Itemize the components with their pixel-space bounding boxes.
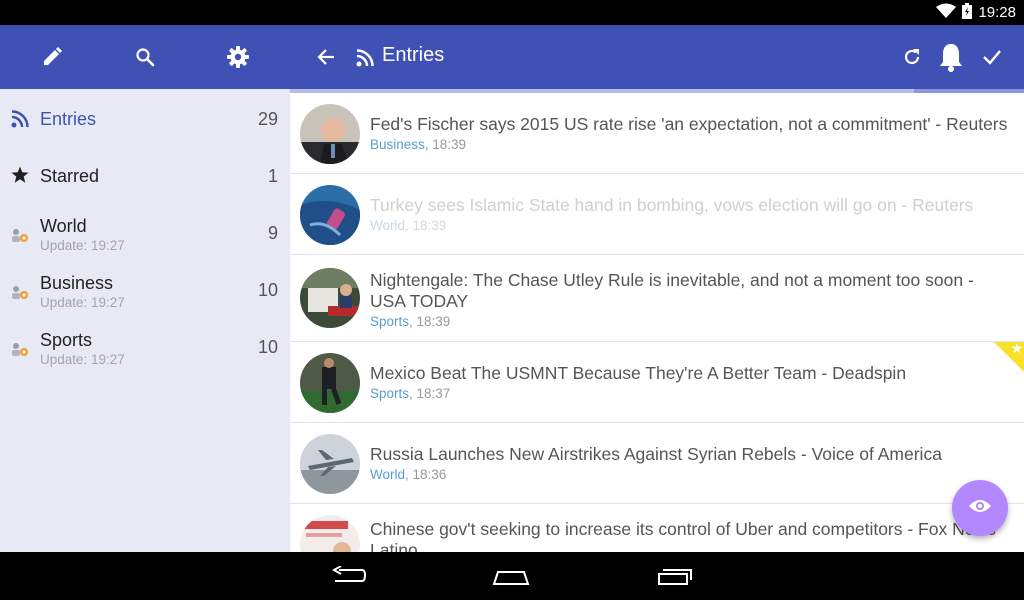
search-icon[interactable] xyxy=(127,39,163,75)
entry-item[interactable]: Russia Launches New Airstrikes Against S… xyxy=(290,423,1024,504)
entry-item[interactable]: Nightengale: The Chase Utley Rule is ine… xyxy=(290,255,1024,342)
feed-name: Entries xyxy=(40,109,97,129)
feed-icon xyxy=(11,226,29,244)
feed-name: Starred xyxy=(40,166,100,186)
sidebar-item-starred[interactable]: Starred 1 xyxy=(0,146,290,203)
entry-category: World xyxy=(370,218,406,233)
drawer: Entries 29 Starred 1 World Update: 19:27… xyxy=(0,25,290,552)
entry-meta: World, 18:36 xyxy=(370,467,446,482)
entry-time: , 18:39 xyxy=(405,218,447,233)
main-toolbar: Entries xyxy=(290,25,1024,89)
wifi-icon xyxy=(936,3,957,23)
sidebar-item-business[interactable]: Business Update: 19:27 10 xyxy=(0,260,290,317)
feed-count: 10 xyxy=(257,337,278,357)
entry-item[interactable]: Mexico Beat The USMNT Because They're A … xyxy=(290,340,1024,423)
sidebar-item-world[interactable]: World Update: 19:27 9 xyxy=(0,203,290,260)
nav-home-icon[interactable] xyxy=(487,560,535,592)
feed-name: Business xyxy=(40,273,114,293)
entry-title: Turkey sees Islamic State hand in bombin… xyxy=(370,195,974,215)
entry-category: Sports xyxy=(370,386,410,401)
nav-back-icon[interactable] xyxy=(325,560,373,592)
entry-time: , 18:37 xyxy=(409,386,451,401)
feed-update-time: Update: 19:27 xyxy=(40,238,125,253)
rss-icon xyxy=(11,110,29,128)
feed-icon xyxy=(11,340,29,358)
nav-recents-icon[interactable] xyxy=(651,560,699,592)
entry-thumbnail xyxy=(300,434,360,494)
entry-title: Russia Launches New Airstrikes Against S… xyxy=(370,444,942,464)
entry-item[interactable]: Turkey sees Islamic State hand in bombin… xyxy=(290,174,1024,255)
entry-meta: Sports, 18:39 xyxy=(370,314,450,329)
page-title: Entries xyxy=(382,44,445,66)
feed-update-time: Update: 19:27 xyxy=(40,352,125,367)
feed-icon xyxy=(11,283,29,301)
feed-name: World xyxy=(40,216,87,236)
entry-meta: World, 18:39 xyxy=(370,218,446,233)
status-icons: 19:28 xyxy=(936,2,1016,23)
entry-item[interactable]: Fed's Fischer says 2015 US rate rise 'an… xyxy=(290,93,1024,174)
feed-count: 1 xyxy=(267,166,278,186)
notifications-icon[interactable] xyxy=(933,39,969,75)
entry-thumbnail xyxy=(300,515,360,552)
entry-thumbnail xyxy=(300,268,360,328)
star-icon: ★ xyxy=(1010,340,1023,356)
feed-update-time: Update: 19:27 xyxy=(40,295,125,310)
entry-thumbnail xyxy=(300,185,360,245)
entry-meta: Business, 18:39 xyxy=(370,137,466,152)
entry-title: Fed's Fischer says 2015 US rate rise 'an… xyxy=(370,114,1008,134)
rss-icon xyxy=(356,49,374,72)
feed-count: 9 xyxy=(267,223,278,243)
entry-thumbnail xyxy=(300,104,360,164)
drawer-toolbar xyxy=(0,25,290,89)
system-nav-bar xyxy=(0,552,1024,600)
entry-time: , 18:36 xyxy=(405,467,447,482)
feed-name: Sports xyxy=(40,330,93,350)
entry-title: Mexico Beat The USMNT Because They're A … xyxy=(370,363,907,383)
entry-title: Chinese gov't seeking to increase its co… xyxy=(370,519,996,552)
entry-category: Sports xyxy=(370,314,410,329)
status-bar: 19:28 xyxy=(0,0,1024,25)
entry-category: Business xyxy=(370,137,425,152)
entries-panel: Entries Fed's Fischer says 2015 US rate … xyxy=(290,25,1024,552)
screen: 19:28 Entries 29 Starred 1 World Update:… xyxy=(0,0,1024,600)
feed-count: 29 xyxy=(257,109,278,129)
toggle-read-visibility-button[interactable] xyxy=(952,480,1008,536)
edit-icon[interactable] xyxy=(34,39,70,75)
battery-icon xyxy=(962,2,973,23)
sidebar-item-entries[interactable]: Entries 29 xyxy=(0,89,290,146)
entry-time: , 18:39 xyxy=(409,314,451,329)
entry-title: Nightengale: The Chase Utley Rule is ine… xyxy=(370,270,974,311)
entry-category: World xyxy=(370,467,406,482)
refresh-icon[interactable] xyxy=(894,39,930,75)
star-icon xyxy=(11,166,29,184)
entry-meta: Sports, 18:37 xyxy=(370,386,450,401)
status-time: 19:28 xyxy=(978,4,1016,21)
mark-read-icon[interactable] xyxy=(974,39,1010,75)
back-arrow-icon[interactable] xyxy=(308,39,344,75)
settings-icon[interactable] xyxy=(220,39,256,75)
feed-count: 10 xyxy=(257,280,278,300)
entry-thumbnail xyxy=(300,353,360,413)
eye-icon xyxy=(968,498,992,519)
sidebar-item-sports[interactable]: Sports Update: 19:27 10 xyxy=(0,317,290,374)
entry-item[interactable]: Chinese gov't seeking to increase its co… xyxy=(290,504,1024,552)
entry-time: , 18:39 xyxy=(424,137,467,152)
